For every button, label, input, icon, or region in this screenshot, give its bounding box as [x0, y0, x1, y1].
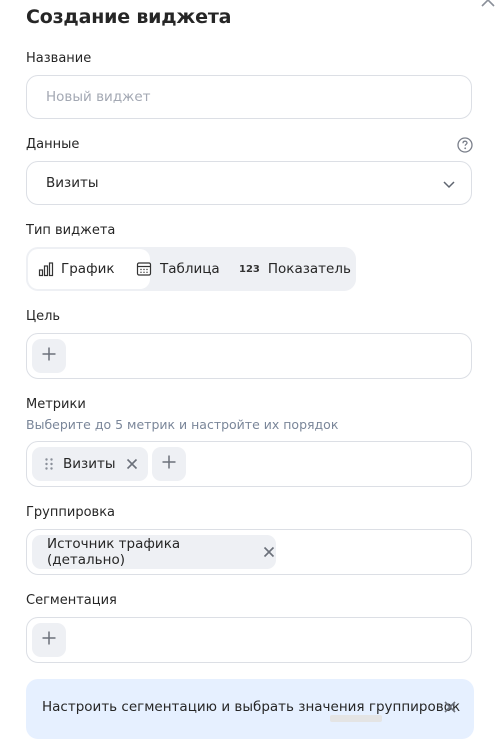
- remove-metric-icon[interactable]: [125, 457, 139, 471]
- metrics-field: Визиты: [26, 441, 472, 487]
- goal-field: [26, 333, 472, 379]
- number-123-icon: 123: [239, 263, 260, 275]
- drag-handle-icon[interactable]: [44, 457, 54, 471]
- segmentation-label: Сегментация: [26, 593, 117, 608]
- goal-label: Цель: [26, 309, 61, 324]
- metrics-label: Метрики: [26, 397, 86, 412]
- info-banner: Настроить сегментацию и выбрать значения…: [26, 679, 474, 739]
- plus-icon: [41, 346, 57, 366]
- bar-chart-icon: [38, 261, 54, 277]
- plus-icon: [41, 630, 57, 650]
- remove-grouping-icon[interactable]: [262, 545, 276, 559]
- close-icon[interactable]: [478, 0, 498, 10]
- name-label: Название: [26, 51, 92, 66]
- plus-icon: [161, 454, 177, 474]
- name-input-placeholder: Новый виджет: [46, 89, 151, 105]
- grouping-chip-label: Источник трафика (детально): [47, 536, 181, 568]
- grouping-chip[interactable]: Источник трафика (детально): [32, 535, 276, 569]
- info-banner-text: Настроить сегментацию и выбрать значения…: [42, 699, 461, 715]
- widget-type-label: Тип виджета: [26, 223, 116, 238]
- add-goal-button[interactable]: [32, 339, 66, 373]
- widget-type-table[interactable]: Таблица: [136, 247, 220, 291]
- widget-type-table-label: Таблица: [160, 261, 220, 277]
- add-segment-button[interactable]: [32, 623, 66, 657]
- widget-type-indicator-label: Показатель: [267, 261, 351, 277]
- data-select[interactable]: Визиты: [26, 161, 472, 205]
- segmentation-field: [26, 617, 472, 663]
- metric-chip[interactable]: Визиты: [32, 447, 148, 481]
- table-icon: [136, 261, 152, 277]
- widget-type-indicator[interactable]: 123 Показатель: [239, 247, 351, 291]
- page-title: Создание виджета: [26, 6, 232, 28]
- grouping-field: Источник трафика (детально): [26, 529, 472, 575]
- close-banner-icon[interactable]: [442, 699, 458, 715]
- grouping-label: Группировка: [26, 505, 116, 520]
- add-metric-button[interactable]: [152, 447, 186, 481]
- data-label: Данные: [26, 137, 80, 152]
- question-circle-icon[interactable]: [457, 137, 473, 153]
- widget-type-chart[interactable]: График: [38, 247, 115, 291]
- widget-type-switcher: График Таблица 123 Показатель: [26, 247, 356, 291]
- chevron-down-icon: [441, 176, 457, 192]
- horizontal-scrollbar[interactable]: [330, 715, 382, 722]
- metrics-hint: Выберите до 5 метрик и настройте их поря…: [26, 417, 339, 432]
- name-input[interactable]: Новый виджет: [26, 75, 472, 119]
- widget-type-chart-label: График: [61, 261, 115, 277]
- metric-chip-label: Визиты: [63, 456, 116, 472]
- data-select-value: Визиты: [46, 175, 99, 191]
